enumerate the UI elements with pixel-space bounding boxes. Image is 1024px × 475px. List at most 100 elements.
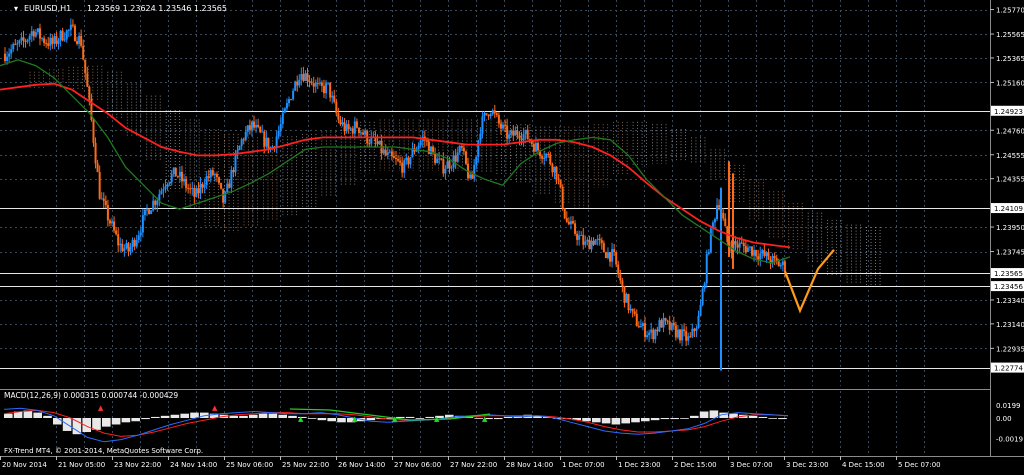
candle[interactable] [304,73,307,81]
candle[interactable] [287,99,290,104]
candle[interactable] [94,142,97,164]
candle[interactable] [123,248,126,252]
candle[interactable] [26,39,29,42]
candle[interactable] [88,86,91,99]
candle[interactable] [41,38,44,40]
candle[interactable] [12,44,15,50]
candle[interactable] [104,200,107,206]
candle[interactable] [576,233,579,240]
candle[interactable] [96,163,99,173]
candle[interactable] [357,127,360,133]
candle[interactable] [448,161,451,169]
candle[interactable] [296,81,299,86]
candle[interactable] [456,152,459,162]
candle[interactable] [611,249,614,262]
candle[interactable] [137,235,140,241]
candle[interactable] [637,325,640,328]
candle[interactable] [689,336,692,338]
candle[interactable] [697,315,700,329]
candle[interactable] [333,95,336,102]
candle[interactable] [502,124,505,129]
candle[interactable] [748,246,751,248]
candle[interactable] [113,221,116,231]
candle[interactable] [382,149,385,154]
candle[interactable] [763,250,766,256]
candle[interactable] [193,187,196,197]
candle[interactable] [658,320,661,332]
candle[interactable] [759,253,762,260]
candle[interactable] [314,83,317,87]
candle[interactable] [320,82,323,86]
candle[interactable] [718,205,721,208]
candle[interactable] [28,35,31,40]
candle[interactable] [590,240,593,250]
candle[interactable] [261,131,264,133]
candle[interactable] [678,329,681,341]
candle[interactable] [602,243,605,253]
candle[interactable] [306,73,309,82]
candle[interactable] [378,140,381,145]
candle[interactable] [438,158,441,160]
candle[interactable] [6,56,9,61]
candle[interactable] [559,180,562,187]
candle[interactable] [569,221,572,225]
candle[interactable] [514,130,517,136]
candle[interactable] [16,43,19,45]
candle[interactable] [615,252,618,265]
candle[interactable] [133,239,136,247]
candle[interactable] [493,110,496,114]
candle[interactable] [600,240,603,244]
candle[interactable] [464,151,467,164]
candle[interactable] [102,198,105,201]
candle[interactable] [526,129,529,140]
candle[interactable] [127,243,130,252]
candle[interactable] [36,28,39,33]
candle[interactable] [693,328,696,331]
candle[interactable] [176,176,179,178]
candle[interactable] [676,329,679,338]
candle[interactable] [683,329,686,332]
candle[interactable] [213,174,216,176]
candle[interactable] [596,238,599,240]
candle[interactable] [767,252,770,260]
candle[interactable] [419,140,422,146]
candle[interactable] [244,131,247,140]
candle[interactable] [129,247,132,252]
candle[interactable] [263,131,266,147]
candle[interactable] [751,246,754,256]
candle[interactable] [65,30,68,40]
candle[interactable] [757,256,760,260]
candle[interactable] [364,130,367,135]
candle[interactable] [312,83,315,87]
candle[interactable] [703,283,706,289]
candle[interactable] [302,74,305,81]
candle[interactable] [59,30,62,41]
candle[interactable] [625,294,628,303]
candle[interactable] [45,43,48,45]
candle[interactable] [207,176,210,178]
candle[interactable] [578,235,581,240]
candle[interactable] [674,325,677,338]
candle[interactable] [170,174,173,183]
candle[interactable] [565,218,568,222]
candle[interactable] [635,313,638,326]
candle[interactable] [168,182,171,185]
candle[interactable] [571,221,574,224]
candle[interactable] [475,156,478,165]
candle[interactable] [532,143,535,152]
candle[interactable] [183,178,186,182]
candle[interactable] [773,255,776,259]
candle[interactable] [499,123,502,129]
candle[interactable] [38,28,41,39]
candle[interactable] [395,157,397,160]
candle[interactable] [604,252,607,259]
candle[interactable] [442,159,445,174]
candle[interactable] [203,185,206,188]
candle[interactable] [376,141,379,145]
candle[interactable] [541,156,544,159]
candle[interactable] [150,210,153,215]
candle[interactable] [781,261,784,266]
candle[interactable] [522,133,525,141]
candle[interactable] [403,160,406,173]
candle[interactable] [100,198,103,200]
